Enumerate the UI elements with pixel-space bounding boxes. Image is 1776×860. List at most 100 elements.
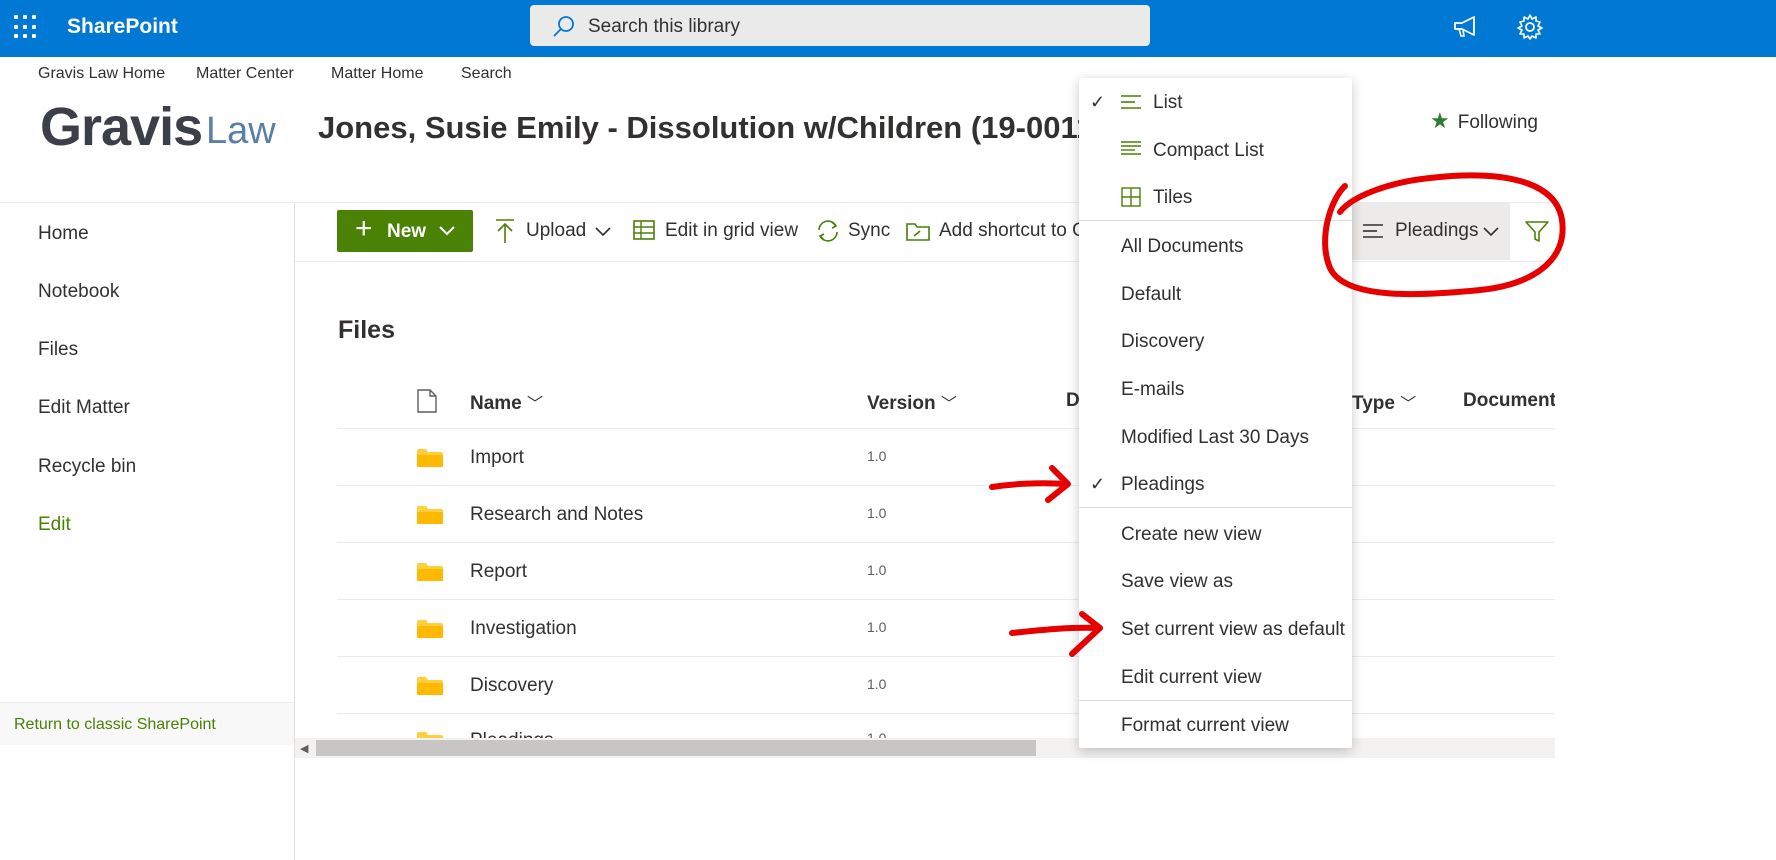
list-view-icon bbox=[1363, 224, 1383, 238]
leftnav-files[interactable]: Files bbox=[38, 339, 78, 361]
checkmark-icon: ✓ bbox=[1090, 474, 1106, 494]
row-divider bbox=[337, 428, 1555, 429]
file-name[interactable]: Import bbox=[470, 447, 524, 469]
column-type-label: Type bbox=[1352, 393, 1395, 414]
chevron-down-icon bbox=[1483, 227, 1499, 237]
menu-item-create-new-view[interactable]: Create new view bbox=[1121, 524, 1261, 546]
menu-item-default[interactable]: Default bbox=[1121, 284, 1181, 306]
column-version-label: Version bbox=[867, 393, 936, 414]
menu-item-modified-last-30-days[interactable]: Modified Last 30 Days bbox=[1121, 427, 1309, 449]
suite-brand[interactable]: SharePoint bbox=[67, 15, 178, 39]
file-version: 1.0 bbox=[867, 730, 887, 738]
leftnav-edit[interactable]: Edit bbox=[38, 514, 71, 536]
file-name[interactable]: Pleadings bbox=[470, 730, 553, 738]
annotation-arrow-head bbox=[1045, 465, 1071, 503]
scroll-left-arrow-icon[interactable]: ◀ bbox=[300, 742, 308, 755]
folder-icon bbox=[417, 449, 443, 467]
menu-item-save-view-as[interactable]: Save view as bbox=[1121, 571, 1233, 593]
tiles-icon bbox=[1121, 187, 1141, 207]
compact-list-icon bbox=[1121, 141, 1141, 155]
partial-row-clip: Pleadings 1.0 bbox=[337, 722, 1555, 738]
file-version: 1.0 bbox=[867, 676, 887, 692]
files-heading: Files bbox=[338, 316, 395, 344]
gear-icon[interactable] bbox=[1516, 13, 1544, 41]
folder-shortcut-icon bbox=[906, 223, 930, 241]
menu-divider bbox=[1079, 507, 1352, 508]
file-version: 1.0 bbox=[867, 619, 887, 635]
chevron-down-icon bbox=[439, 226, 455, 236]
menu-item-set-default-view[interactable]: Set current view as default bbox=[1121, 619, 1345, 641]
menu-divider bbox=[1079, 700, 1352, 701]
leftnav-home[interactable]: Home bbox=[38, 223, 89, 245]
row-divider bbox=[337, 656, 1555, 657]
menu-item-format-current-view[interactable]: Format current view bbox=[1121, 715, 1289, 737]
view-switcher-label: Pleadings bbox=[1395, 220, 1479, 241]
file-version: 1.0 bbox=[867, 562, 887, 578]
column-header-version[interactable]: Version ﹀ bbox=[867, 390, 957, 415]
search-box[interactable]: Search this library bbox=[530, 5, 1150, 46]
file-name[interactable]: Research and Notes bbox=[470, 504, 643, 526]
menu-item-compact-list[interactable]: Compact List bbox=[1153, 140, 1264, 162]
sync-button[interactable]: Sync bbox=[848, 220, 890, 242]
edit-grid-view-button[interactable]: Edit in grid view bbox=[665, 220, 798, 242]
menu-item-edit-current-view[interactable]: Edit current view bbox=[1121, 667, 1261, 689]
file-name[interactable]: Discovery bbox=[470, 675, 553, 697]
file-name[interactable]: Report bbox=[470, 561, 527, 583]
checkmark-icon: ✓ bbox=[1090, 92, 1106, 112]
file-type-icon bbox=[417, 389, 437, 413]
column-header-d[interactable]: D bbox=[1066, 390, 1080, 412]
upload-button[interactable]: Upload bbox=[526, 220, 586, 242]
folder-icon bbox=[417, 506, 443, 524]
file-version: 1.0 bbox=[867, 505, 887, 521]
menu-divider bbox=[1079, 220, 1352, 221]
sync-icon bbox=[818, 220, 838, 242]
menu-item-pleadings[interactable]: Pleadings bbox=[1121, 474, 1204, 496]
chevron-down-icon: ﹀ bbox=[527, 396, 544, 413]
column-header-type[interactable]: Type ﹀ bbox=[1352, 390, 1416, 415]
file-version: 1.0 bbox=[867, 448, 887, 464]
menu-item-discovery[interactable]: Discovery bbox=[1121, 331, 1204, 353]
list-icon bbox=[1121, 95, 1141, 109]
topnav-search[interactable]: Search bbox=[461, 65, 512, 83]
leftnav-recycle-bin[interactable]: Recycle bin bbox=[38, 456, 136, 478]
column-header-documentset[interactable]: DocumentS bbox=[1463, 390, 1555, 412]
folder-icon bbox=[417, 620, 443, 638]
menu-item-all-documents[interactable]: All Documents bbox=[1121, 236, 1244, 258]
chevron-down-icon[interactable] bbox=[594, 222, 612, 240]
new-button[interactable]: + New bbox=[337, 210, 473, 252]
add-shortcut-button[interactable]: Add shortcut to O bbox=[939, 220, 1087, 242]
site-logo-sub: Law bbox=[206, 110, 276, 152]
site-logo[interactable]: Gravis bbox=[40, 96, 203, 158]
chevron-down-icon: ﹀ bbox=[940, 396, 957, 413]
new-label: New bbox=[387, 221, 427, 242]
search-placeholder: Search this library bbox=[588, 16, 741, 37]
menu-item-e-mails[interactable]: E-mails bbox=[1121, 379, 1184, 401]
star-icon: ★ bbox=[1430, 108, 1450, 133]
topnav-matter-center[interactable]: Matter Center bbox=[196, 65, 294, 83]
topnav-matter-home[interactable]: Matter Home bbox=[331, 65, 423, 83]
megaphone-icon[interactable] bbox=[1452, 14, 1480, 40]
column-header-name[interactable]: Name ﹀ bbox=[470, 390, 543, 415]
column-name-label: Name bbox=[470, 393, 522, 414]
leftnav-edit-matter[interactable]: Edit Matter bbox=[38, 397, 130, 419]
return-to-classic-link[interactable]: Return to classic SharePoint bbox=[14, 716, 216, 734]
scrollbar-thumb[interactable] bbox=[316, 740, 1036, 756]
search-icon bbox=[553, 16, 574, 37]
row-divider bbox=[337, 542, 1555, 543]
app-launcher-icon[interactable] bbox=[14, 15, 38, 39]
grid-icon bbox=[633, 220, 655, 240]
folder-icon bbox=[417, 677, 443, 695]
menu-item-tiles[interactable]: Tiles bbox=[1153, 187, 1192, 209]
upload-icon bbox=[496, 219, 514, 243]
folder-icon bbox=[417, 563, 443, 581]
chevron-down-icon: ﹀ bbox=[1400, 396, 1417, 413]
menu-item-list[interactable]: List bbox=[1153, 92, 1183, 114]
leftnav-notebook[interactable]: Notebook bbox=[38, 281, 119, 303]
follow-button[interactable]: ★ Following bbox=[1430, 108, 1538, 134]
return-bar: Return to classic SharePoint bbox=[0, 702, 294, 745]
site-title[interactable]: Jones, Susie Emily - Dissolution w/Child… bbox=[318, 110, 1110, 146]
file-name[interactable]: Investigation bbox=[470, 618, 577, 640]
topnav-gravis-law-home[interactable]: Gravis Law Home bbox=[38, 65, 165, 83]
filter-icon[interactable] bbox=[1524, 219, 1550, 245]
plus-icon: + bbox=[355, 212, 373, 245]
